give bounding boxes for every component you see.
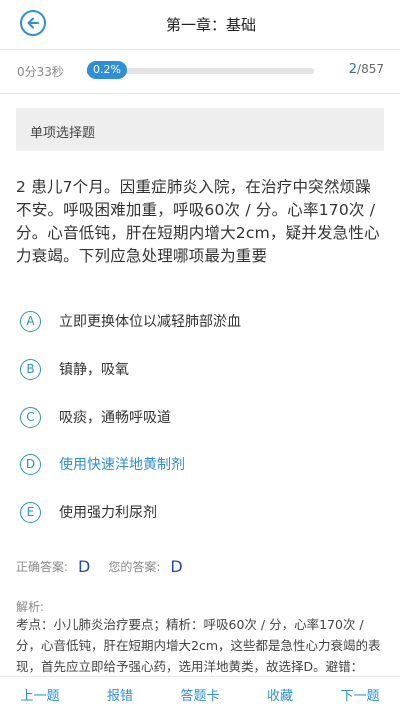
correct-answer-value: D [78, 556, 91, 576]
option-c[interactable]: C 吸痰，通畅呼吸道 [20, 405, 380, 429]
favorite-button[interactable]: 收藏 [240, 685, 320, 704]
question-current: 2 [348, 62, 358, 77]
prev-question-button[interactable]: 上一题 [0, 685, 80, 704]
answer-row: 正确答案: D 您的答案: D [16, 556, 201, 576]
correct-answer-label: 正确答案: [16, 559, 69, 574]
page-title: 第一章：基础 [165, 16, 256, 34]
question-total: /857 [357, 62, 384, 76]
elapsed-timer: 0分33秒 [17, 65, 64, 79]
question-stem: 2 患儿7个月。因重症肺炎入院，在治疗中突然烦躁不安。呼吸困难加重，呼吸60次 … [16, 178, 380, 265]
option-letter: D [20, 453, 41, 475]
option-text: 镇静，吸氧 [59, 362, 129, 378]
option-a[interactable]: A 立即更换体位以减轻肺部淤血 [20, 309, 380, 333]
answer-card-button[interactable]: 答题卡 [160, 685, 240, 704]
progress-row: 0分33秒 0.2% 2/857 [0, 50, 400, 94]
option-letter: E [20, 501, 41, 523]
your-answer-value: D [170, 556, 183, 576]
option-text: 使用强力利尿剂 [59, 505, 157, 521]
progress-percent-badge: 0.2% [87, 61, 127, 79]
your-answer-label: 您的答案: [108, 559, 161, 574]
option-b[interactable]: B 镇静，吸氧 [20, 357, 380, 381]
header-bar: 第一章：基础 [0, 0, 400, 50]
bottom-toolbar: 上一题 报错 答题卡 收藏 下一题 [0, 676, 400, 711]
option-text: 使用快速洋地黄制剂 [59, 457, 185, 473]
option-d[interactable]: D 使用快速洋地黄制剂 [20, 452, 380, 476]
analysis-label: 解析: [16, 600, 45, 614]
option-text: 立即更换体位以减轻肺部淤血 [59, 314, 241, 330]
question-type-label: 单项选择题 [16, 108, 384, 151]
option-e[interactable]: E 使用强力利尿剂 [20, 500, 380, 524]
option-letter: C [20, 406, 41, 428]
option-letter: B [20, 358, 41, 380]
question-counter: 2/857 [349, 62, 384, 77]
next-question-button[interactable]: 下一题 [320, 685, 400, 704]
report-error-button[interactable]: 报错 [80, 685, 160, 704]
analysis-text: 考点：小儿肺炎治疗要点；精析：呼吸60次 / 分，心率170次 / 分，心音低钝… [16, 617, 381, 674]
option-letter: A [20, 310, 41, 332]
option-text: 吸痰，通畅呼吸道 [59, 410, 171, 426]
